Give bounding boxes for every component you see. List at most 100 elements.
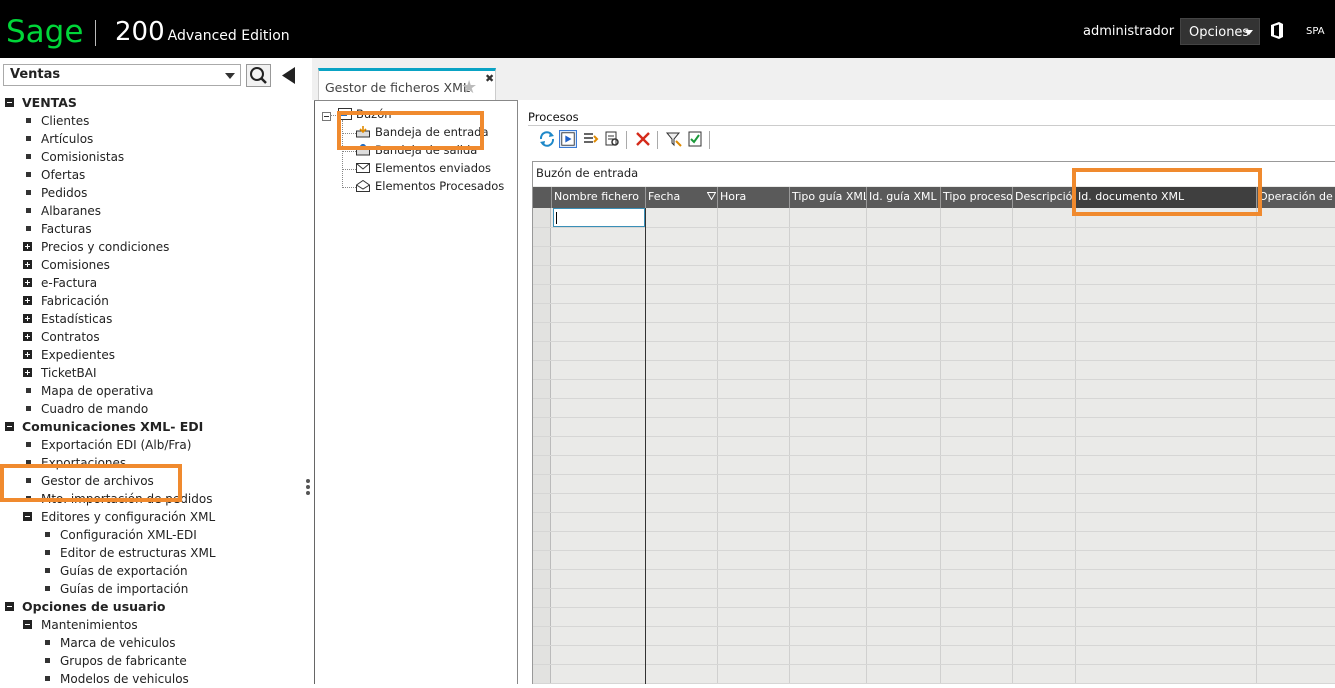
sidebar-item[interactable]: Guías de importación bbox=[0, 580, 303, 598]
row-header-column bbox=[533, 208, 551, 684]
refresh-icon[interactable] bbox=[538, 130, 556, 148]
collapse-icon[interactable] bbox=[5, 422, 14, 431]
expand-icon[interactable] bbox=[23, 296, 32, 305]
sidebar-item[interactable]: Grupos de fabricante bbox=[0, 652, 303, 670]
module-select[interactable]: Ventas bbox=[3, 64, 241, 86]
bullet-icon bbox=[26, 190, 31, 195]
sidebar-item-label: Precios y condiciones bbox=[41, 240, 170, 254]
expand-icon[interactable] bbox=[23, 332, 32, 341]
sidebar-item-label: Comisionistas bbox=[41, 150, 125, 164]
table-row bbox=[533, 284, 1335, 285]
sidebar-item[interactable]: Fabricación bbox=[0, 292, 303, 310]
procesos-toolbar bbox=[528, 127, 1335, 153]
bullet-icon bbox=[26, 388, 31, 393]
tree-node-elementos-enviados[interactable]: Elementos enviados bbox=[375, 161, 491, 175]
sidebar-item[interactable]: Precios y condiciones bbox=[0, 238, 303, 256]
filter-icon[interactable] bbox=[665, 130, 683, 148]
sidebar-item[interactable]: Cuadro de mando bbox=[0, 400, 303, 418]
column-nombre-fichero[interactable]: Nombre fichero bbox=[552, 187, 646, 208]
column-descripcion[interactable]: Descripción bbox=[1013, 187, 1076, 208]
star-icon[interactable]: ★ bbox=[461, 77, 477, 98]
column-tipo-proceso[interactable]: Tipo proceso bbox=[941, 187, 1013, 208]
toolbar-separator bbox=[626, 131, 627, 149]
sidebar-item[interactable]: Exportación EDI (Alb/Fra) bbox=[0, 436, 303, 454]
search-icon bbox=[250, 67, 267, 84]
validate-icon[interactable] bbox=[686, 130, 704, 148]
sidebar-item[interactable]: VENTAS bbox=[0, 94, 303, 112]
collapse-icon[interactable] bbox=[23, 620, 32, 629]
bullet-icon bbox=[26, 154, 31, 159]
expand-icon[interactable] bbox=[23, 350, 32, 359]
highlight-id-documento-xml bbox=[1072, 168, 1262, 216]
panel-resize-handle[interactable] bbox=[305, 478, 311, 500]
sidebar-item[interactable]: Modelos de vehiculos bbox=[0, 670, 303, 688]
sidebar-item[interactable]: Configuración XML-EDI bbox=[0, 526, 303, 544]
sidebar-item[interactable]: Comisionistas bbox=[0, 148, 303, 166]
product-edition: Advanced Edition bbox=[167, 28, 290, 44]
sidebar-item[interactable]: Contratos bbox=[0, 328, 303, 346]
user-name[interactable]: administrador bbox=[1083, 24, 1174, 39]
column-hora[interactable]: Hora bbox=[718, 187, 790, 208]
caret-down-icon bbox=[1245, 30, 1253, 35]
sidebar-item[interactable]: Mapa de operativa bbox=[0, 382, 303, 400]
grid-header-corner bbox=[533, 187, 552, 208]
process-list-icon[interactable] bbox=[581, 130, 599, 148]
column-id-guia-xml[interactable]: Id. guía XML bbox=[867, 187, 941, 208]
document-view-icon[interactable] bbox=[603, 130, 621, 148]
table-row bbox=[533, 588, 1335, 589]
sidebar-item[interactable]: Clientes bbox=[0, 112, 303, 130]
column-fecha[interactable]: Fecha bbox=[646, 187, 718, 208]
sidebar-item[interactable]: Comunicaciones XML- EDI bbox=[0, 418, 303, 436]
collapse-icon[interactable] bbox=[5, 602, 14, 611]
sidebar-item-label: Editores y configuración XML bbox=[41, 510, 216, 524]
delete-icon[interactable] bbox=[634, 130, 652, 148]
sidebar-item[interactable]: Pedidos bbox=[0, 184, 303, 202]
sidebar-item[interactable]: Expedientes bbox=[0, 346, 303, 364]
tab-gestor-ficheros-xml[interactable]: Gestor de ficheros XML ★ ✖ bbox=[318, 68, 496, 101]
column-operacion[interactable]: Operación de m bbox=[1257, 187, 1335, 208]
run-process-icon[interactable] bbox=[559, 130, 577, 148]
tree-collapse-icon[interactable] bbox=[322, 112, 331, 121]
expand-icon[interactable] bbox=[23, 242, 32, 251]
table-row bbox=[533, 512, 1335, 513]
bullet-icon bbox=[45, 568, 50, 573]
expand-icon[interactable] bbox=[23, 278, 32, 287]
sidebar-item[interactable]: Comisiones bbox=[0, 256, 303, 274]
collapse-icon[interactable] bbox=[23, 512, 32, 521]
bullet-icon bbox=[26, 226, 31, 231]
grid-body bbox=[533, 208, 1335, 684]
sidebar-item[interactable]: Ofertas bbox=[0, 166, 303, 184]
sidebar-item-label: Clientes bbox=[41, 114, 90, 128]
language-selector[interactable]: SPA bbox=[1306, 26, 1325, 37]
sidebar-item[interactable]: Albaranes bbox=[0, 202, 303, 220]
grid-active-cell[interactable] bbox=[553, 208, 645, 227]
tree-node-elementos-procesados[interactable]: Elementos Procesados bbox=[375, 179, 504, 193]
sidebar-item-label: Guías de importación bbox=[60, 582, 189, 596]
search-button[interactable] bbox=[246, 64, 271, 87]
expand-icon[interactable] bbox=[23, 368, 32, 377]
sidebar-item[interactable]: Artículos bbox=[0, 130, 303, 148]
sidebar-item-label: Editor de estructuras XML bbox=[60, 546, 216, 560]
sidebar-item-label: Ofertas bbox=[41, 168, 86, 182]
column-tipo-guia-xml[interactable]: Tipo guía XML bbox=[790, 187, 867, 208]
close-icon[interactable]: ✖ bbox=[485, 72, 494, 85]
sidebar-item[interactable]: Opciones de usuario bbox=[0, 598, 303, 616]
sidebar-item[interactable]: Mantenimientos bbox=[0, 616, 303, 634]
sidebar-item[interactable]: TicketBAI bbox=[0, 364, 303, 382]
collapse-icon[interactable] bbox=[5, 98, 14, 107]
sidebar-item[interactable]: Editor de estructuras XML bbox=[0, 544, 303, 562]
sidebar-item[interactable]: Estadísticas bbox=[0, 310, 303, 328]
sidebar-item[interactable]: Facturas bbox=[0, 220, 303, 238]
sidebar-item-label: Fabricación bbox=[41, 294, 109, 308]
sidebar-item[interactable]: Guías de exportación bbox=[0, 562, 303, 580]
sidebar-item[interactable]: Editores y configuración XML bbox=[0, 508, 303, 526]
expand-icon[interactable] bbox=[23, 314, 32, 323]
expand-icon[interactable] bbox=[23, 260, 32, 269]
product-name: 200 Advanced Edition bbox=[115, 17, 290, 47]
options-dropdown[interactable]: Opciones bbox=[1180, 18, 1260, 45]
sidebar-item[interactable]: Marca de vehiculos bbox=[0, 634, 303, 652]
sidebar-item[interactable]: e-Factura bbox=[0, 274, 303, 292]
office-icon[interactable] bbox=[1270, 22, 1284, 39]
collapse-panel-icon[interactable] bbox=[277, 64, 301, 87]
sidebar-item-label: Mantenimientos bbox=[41, 618, 138, 632]
